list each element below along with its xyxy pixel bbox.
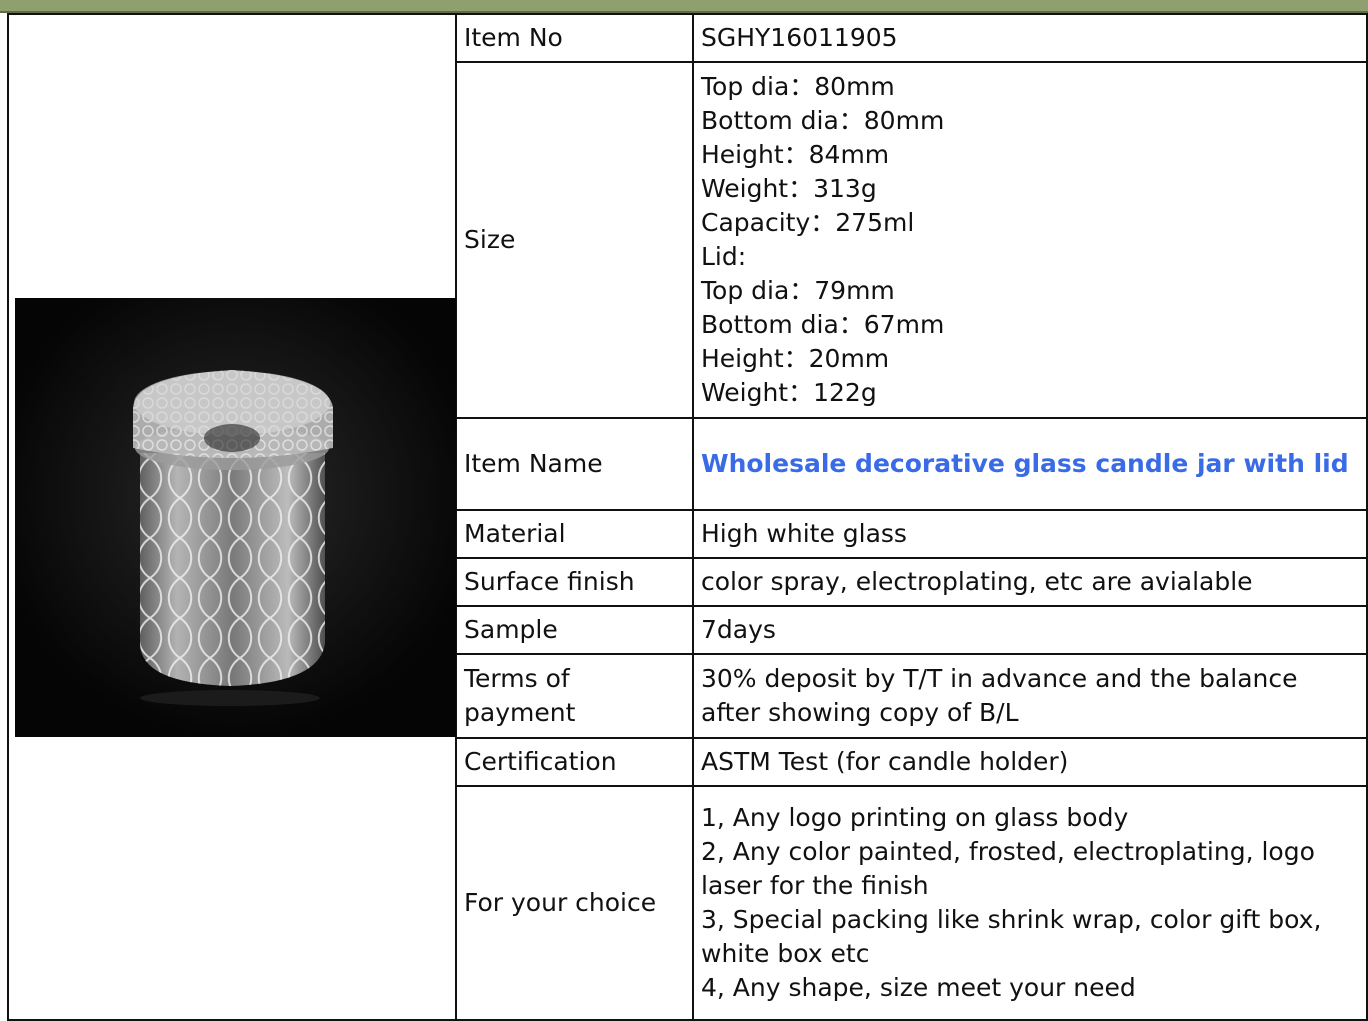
size-line: Lid: [701,242,747,271]
choice-line: 1, Any logo printing on glass body [701,803,1129,832]
certification-label: Certification [455,737,694,787]
size-line: Weight：122g [701,378,877,407]
choice-label: For your choice [455,785,694,1021]
material-value: High white glass [692,509,1368,559]
size-label: Size [455,61,694,419]
surface-finish-value: color spray, electroplating, etc are avi… [692,557,1368,607]
choice-line: 4, Any shape, size meet your need [701,973,1136,1002]
product-photo-cell [7,13,457,1021]
header-strip [0,0,1368,13]
size-line: Height：20mm [701,344,890,373]
certification-value: ASTM Test (for candle holder) [692,737,1368,787]
size-line: Height：84mm [701,140,890,169]
sample-label: Sample [455,605,694,655]
sample-value: 7days [692,605,1368,655]
size-value: Top dia：80mm Bottom dia：80mm Height：84mm… [692,61,1368,419]
surface-finish-label: Surface finish [455,557,694,607]
size-line: Bottom dia：80mm [701,106,945,135]
material-label: Material [455,509,694,559]
choice-line: 3, Special packing like shrink wrap, col… [701,905,1322,968]
item-no-value: SGHY16011905 [692,13,1368,63]
terms-value: 30% deposit by T/T in advance and the ba… [692,653,1368,739]
terms-label: Terms of payment [455,653,694,739]
size-line: Bottom dia：67mm [701,310,945,339]
size-line: Capacity：275ml [701,208,915,237]
product-photo [15,297,456,737]
item-no-label: Item No [455,13,694,63]
candle-jar-image [15,297,456,737]
item-name-value: Wholesale decorative glass candle jar wi… [692,417,1368,511]
item-name-label: Item Name [455,417,694,511]
size-line: Top dia：80mm [701,72,895,101]
size-line: Weight：313g [701,174,877,203]
spec-row-item-no: Item No SGHY16011905 [7,13,1368,1021]
product-spec-table: Item No SGHY16011905 Size Top dia：80mm B… [7,13,1368,1021]
item-name-link[interactable]: Wholesale decorative glass candle jar wi… [701,447,1366,481]
size-line: Top dia：79mm [701,276,895,305]
choice-value: 1, Any logo printing on glass body 2, An… [692,785,1368,1021]
choice-line: 2, Any color painted, frosted, electropl… [701,837,1315,900]
